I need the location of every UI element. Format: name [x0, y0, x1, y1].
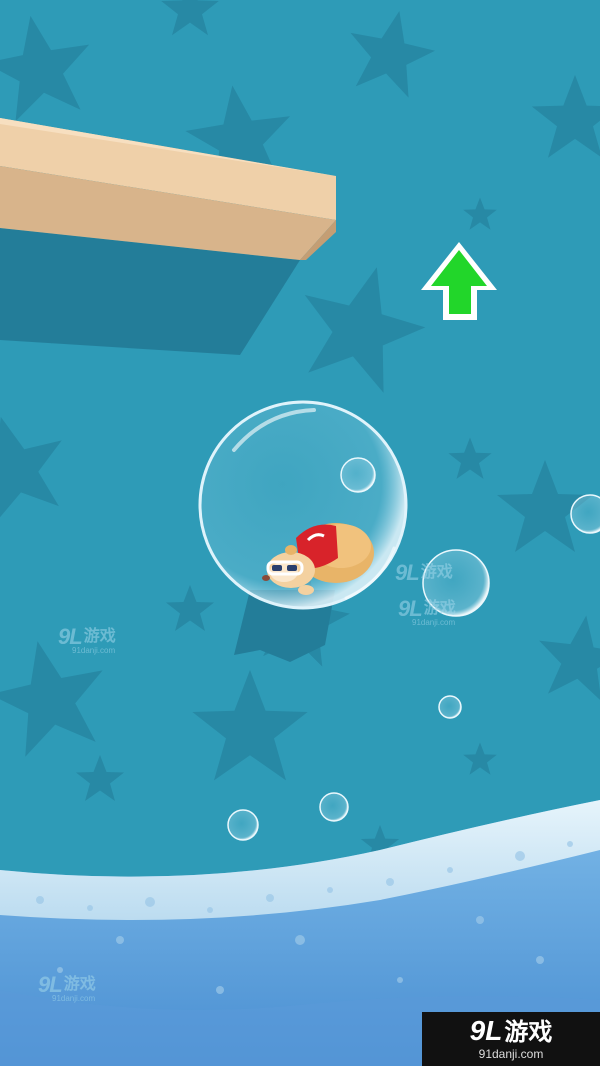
watermark-brand-num: 9L	[58, 624, 83, 649]
game-scene[interactable]: 9L 游戏 91danji.com 9L 游戏 9L 游戏 91danji.co…	[0, 0, 600, 1066]
watermark: 9L 游戏 91danji.com	[58, 624, 116, 656]
watermark-domain: 91danji.com	[412, 618, 456, 627]
watermark: 9L 游戏 91danji.com	[398, 596, 456, 628]
badge-brand-num: 9L	[469, 1015, 503, 1046]
badge-brand-cn: 游戏	[504, 1019, 553, 1046]
watermark-brand-cn: 游戏	[83, 628, 116, 645]
corner-brand-badge: 9L 游戏 91danji.com	[422, 1012, 600, 1066]
watermark-brand-num: 9L	[38, 972, 63, 997]
watermark: 9L 游戏 91danji.com	[38, 972, 96, 1004]
watermark: 9L 游戏	[395, 562, 453, 584]
watermark-brand-cn: 游戏	[423, 600, 456, 617]
watermark-domain: 91danji.com	[72, 646, 116, 655]
watermark-brand-num: 9L	[395, 560, 420, 585]
badge-domain: 91danji.com	[478, 1047, 544, 1061]
watermark-brand-cn: 游戏	[63, 976, 96, 993]
watermark-domain: 91danji.com	[52, 994, 96, 1003]
watermark-brand-cn: 游戏	[420, 564, 453, 581]
watermark-brand-num: 9L	[398, 596, 423, 621]
